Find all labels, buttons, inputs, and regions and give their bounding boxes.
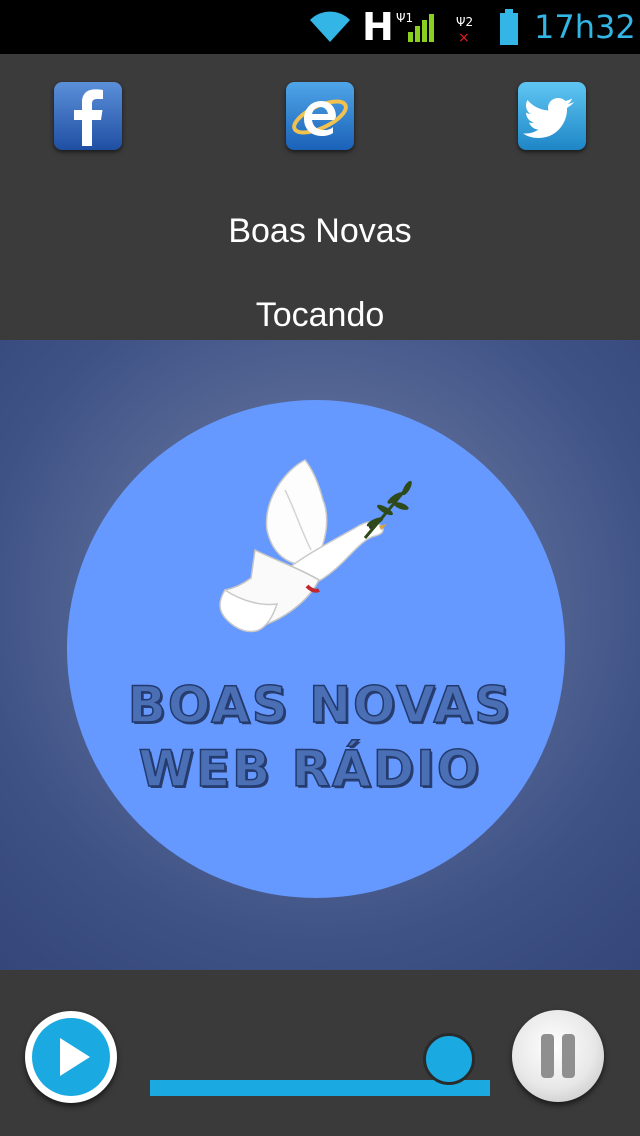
network-type: H	[362, 5, 394, 49]
twitter-icon	[518, 82, 586, 150]
logo-title-line2: WEB RÁDIO	[138, 739, 482, 799]
clock: 17h32	[534, 8, 636, 46]
logo-title-line1: BOAS NOVAS	[127, 675, 513, 735]
playback-status: Tocando	[255, 296, 385, 334]
signal-sim2-no-service-icon: Ψ2 ×	[454, 0, 476, 54]
header-panel: Boas Novas Tocando	[0, 54, 640, 340]
play-icon	[60, 1038, 90, 1076]
wifi-icon	[308, 0, 352, 54]
signal-sim1-icon: Ψ1	[396, 0, 440, 54]
station-artwork: BOAS NOVAS WEB RÁDIO	[0, 340, 640, 970]
facebook-button[interactable]	[54, 82, 122, 150]
station-name: Boas Novas	[228, 212, 412, 250]
play-button[interactable]	[25, 1011, 117, 1103]
dove-icon	[219, 459, 412, 633]
facebook-icon	[54, 82, 122, 150]
twitter-button[interactable]	[518, 82, 586, 150]
status-bar: H Ψ1 Ψ2 × 17h32	[0, 0, 640, 54]
svg-text:×: ×	[458, 30, 470, 44]
svg-text:Ψ2: Ψ2	[456, 15, 473, 29]
website-button[interactable]	[286, 82, 354, 150]
internet-explorer-icon	[286, 82, 354, 150]
player-controls	[0, 970, 640, 1136]
volume-slider-thumb[interactable]	[423, 1033, 476, 1085]
svg-text:Ψ1: Ψ1	[396, 11, 413, 25]
pause-button[interactable]	[512, 1010, 604, 1102]
battery-icon	[498, 0, 520, 54]
